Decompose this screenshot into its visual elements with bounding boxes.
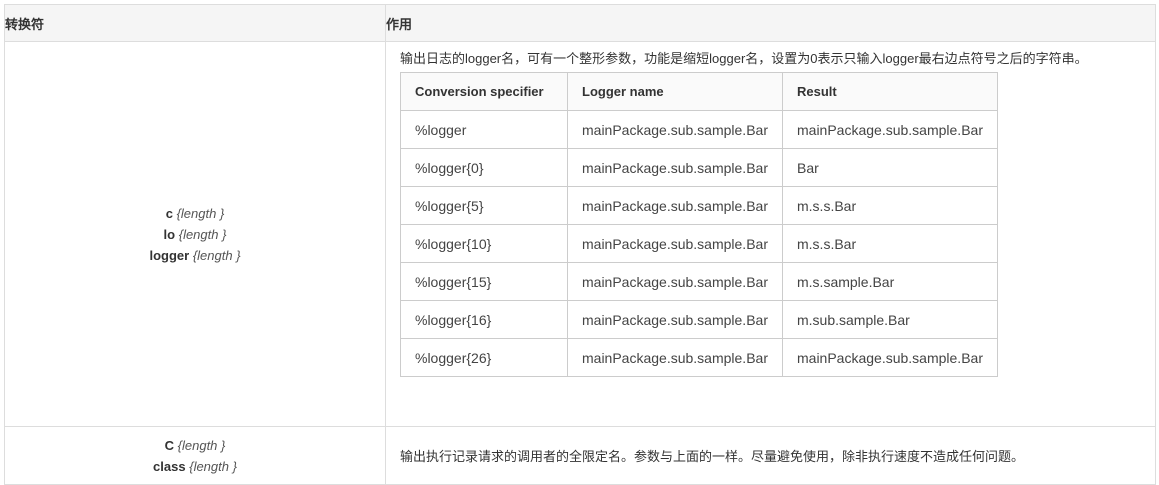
example-row: %logger mainPackage.sub.sample.Bar mainP… [400, 110, 998, 149]
header-function: 作用 [385, 4, 1156, 42]
specifier-arg: {length } [176, 205, 225, 221]
table-header-row: 转换符 作用 [4, 4, 1156, 42]
example-table: Conversion specifier Logger name Result … [400, 72, 998, 377]
example-cell: mainPackage.sub.sample.Bar [567, 224, 783, 263]
example-cell: %logger{0} [400, 148, 568, 187]
example-cell: mainPackage.sub.sample.Bar [782, 338, 998, 377]
specifier-line: class {length } [5, 456, 385, 477]
example-cell: %logger{15} [400, 262, 568, 301]
example-cell: %logger{16} [400, 300, 568, 339]
example-row: %logger{10} mainPackage.sub.sample.Bar m… [400, 224, 998, 263]
conversion-table: 转换符 作用 c {length } lo {length } logger {… [4, 4, 1156, 485]
specifier-line: c {length } [5, 203, 385, 224]
specifier-cell: c {length } lo {length } logger {length … [4, 41, 386, 427]
example-header: Result [782, 72, 998, 111]
example-cell: mainPackage.sub.sample.Bar [782, 110, 998, 149]
specifier-line: logger {length } [5, 245, 385, 266]
description-cell: 输出日志的logger名，可有一个整形参数，功能是缩短logger名，设置为0表… [385, 41, 1156, 427]
specifier-arg: {length } [192, 247, 241, 263]
table-row: c {length } lo {length } logger {length … [4, 41, 1156, 427]
description-text: 输出日志的logger名，可有一个整形参数，功能是缩短logger名，设置为0表… [400, 51, 1088, 66]
example-cell: m.s.sample.Bar [782, 262, 998, 301]
table-row: C {length } class {length } 输出执行记录请求的调用者… [4, 426, 1156, 485]
example-row: %logger{0} mainPackage.sub.sample.Bar Ba… [400, 148, 998, 187]
example-cell: %logger{26} [400, 338, 568, 377]
description-cell: 输出执行记录请求的调用者的全限定名。参数与上面的一样。尽量避免使用，除非执行速度… [385, 426, 1156, 485]
specifier-name: logger [149, 247, 190, 263]
example-cell: mainPackage.sub.sample.Bar [567, 110, 783, 149]
specifier-arg: {length } [189, 458, 237, 474]
example-cell: mainPackage.sub.sample.Bar [567, 148, 783, 187]
example-cell: %logger{5} [400, 186, 568, 225]
specifier-cell: C {length } class {length } [4, 426, 386, 485]
example-cell: %logger{10} [400, 224, 568, 263]
description-text: 输出执行记录请求的调用者的全限定名。参数与上面的一样。尽量避免使用，除非执行速度… [400, 449, 1025, 464]
example-cell: m.s.s.Bar [782, 224, 998, 263]
example-row: %logger{15} mainPackage.sub.sample.Bar m… [400, 262, 998, 301]
specifier-line: lo {length } [5, 224, 385, 245]
example-row: %logger{26} mainPackage.sub.sample.Bar m… [400, 338, 998, 377]
example-cell: %logger [400, 110, 568, 149]
specifier-line: C {length } [5, 435, 385, 456]
specifier-name: C [164, 437, 175, 453]
header-converter: 转换符 [4, 4, 386, 42]
example-cell: mainPackage.sub.sample.Bar [567, 262, 783, 301]
example-cell: m.sub.sample.Bar [782, 300, 998, 339]
example-cell: Bar [782, 148, 998, 187]
example-cell: mainPackage.sub.sample.Bar [567, 186, 783, 225]
example-cell: mainPackage.sub.sample.Bar [567, 300, 783, 339]
example-row: %logger{16} mainPackage.sub.sample.Bar m… [400, 300, 998, 339]
specifier-arg: {length } [177, 437, 226, 453]
example-row: %logger{5} mainPackage.sub.sample.Bar m.… [400, 186, 998, 225]
example-cell: mainPackage.sub.sample.Bar [567, 338, 783, 377]
specifier-arg: {length } [178, 226, 227, 242]
specifier-name: lo [163, 226, 176, 242]
specifier-name: class [153, 458, 186, 474]
example-cell: m.s.s.Bar [782, 186, 998, 225]
specifier-name: c [165, 205, 173, 221]
example-header: Conversion specifier [400, 72, 568, 111]
example-header: Logger name [567, 72, 783, 111]
example-header-row: Conversion specifier Logger name Result [400, 72, 998, 111]
